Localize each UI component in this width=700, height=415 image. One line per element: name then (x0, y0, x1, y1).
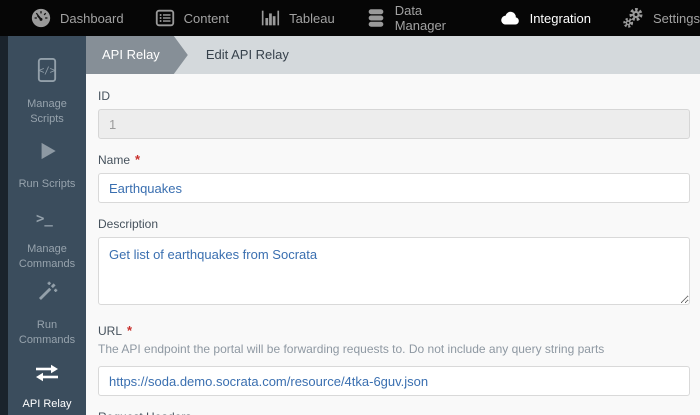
sidebar-label: Run Scripts (18, 178, 76, 191)
nav-item-data-manager[interactable]: Data Manager (365, 3, 468, 33)
gears-icon (621, 6, 645, 30)
sidebar-item-run-commands[interactable]: Run Commands (8, 280, 86, 346)
request-headers-field-group: Request Headers Headers that need to be … (98, 410, 690, 415)
top-navigation: Dashboard Content Tableau Data Manager I… (0, 0, 700, 36)
nav-item-integration[interactable]: Integration (498, 6, 591, 30)
bar-chart-icon (259, 7, 281, 29)
magic-wand-icon (34, 279, 60, 310)
cloud-icon (498, 6, 522, 30)
nav-item-tableau[interactable]: Tableau (259, 7, 335, 29)
url-help-text: The API endpoint the portal will be forw… (98, 342, 605, 356)
name-label: Name (98, 153, 131, 167)
sidebar-label: API Relay (22, 398, 72, 411)
sidebar-label: Manage Scripts (27, 98, 67, 125)
description-label: Description (98, 217, 159, 231)
code-document-icon: </> (33, 56, 61, 89)
required-asterisk: * (127, 323, 133, 338)
sidebar-item-api-relay[interactable]: API Relay (8, 354, 86, 415)
description-textarea[interactable]: Get list of earthquakes from Socrata (98, 237, 690, 305)
name-input[interactable] (98, 173, 690, 203)
url-input[interactable] (98, 366, 690, 396)
breadcrumb: API Relay Edit API Relay (86, 36, 700, 74)
url-field-group: URL * The API endpoint the portal will b… (98, 324, 690, 396)
list-icon (154, 7, 176, 29)
edit-api-relay-form: ID Name * Description Get list of earthq… (86, 74, 700, 415)
nav-item-settings[interactable]: Settings (621, 6, 700, 30)
nav-label-tableau: Tableau (289, 10, 335, 26)
sidebar: </> Manage Scripts Run Scripts >_ Manage… (0, 36, 86, 415)
nav-item-dashboard[interactable]: Dashboard (30, 7, 124, 29)
nav-label-settings: Settings (653, 10, 700, 26)
required-asterisk: * (135, 152, 141, 167)
request-headers-label: Request Headers (98, 410, 191, 415)
svg-text:</>: </> (39, 66, 56, 77)
sidebar-label: Manage Commands (18, 243, 76, 270)
id-field-group: ID (98, 89, 690, 139)
breadcrumb-current-page: Edit API Relay (205, 47, 289, 62)
nav-label-data-manager: Data Manager (394, 3, 447, 33)
nav-item-content[interactable]: Content (154, 7, 230, 29)
id-input (98, 109, 690, 139)
sidebar-label: Run Commands (18, 319, 76, 346)
name-field-group: Name * (98, 153, 690, 203)
database-icon (365, 7, 387, 29)
breadcrumb-tab-api-relay[interactable]: API Relay (86, 36, 188, 74)
sidebar-item-run-scripts[interactable]: Run Scripts (8, 132, 86, 198)
main-panel: API Relay Edit API Relay ID Name * Descr… (86, 36, 700, 415)
description-field-group: Description Get list of earthquakes from… (98, 217, 690, 310)
gauge-icon (30, 7, 52, 29)
sidebar-item-manage-commands[interactable]: >_ Manage Commands (8, 206, 86, 272)
nav-label-dashboard: Dashboard (60, 10, 124, 26)
id-label: ID (98, 89, 110, 103)
terminal-icon: >_ (33, 207, 61, 234)
sidebar-item-manage-scripts[interactable]: </> Manage Scripts (8, 56, 86, 125)
nav-label-content: Content (183, 10, 230, 26)
url-label: URL (98, 324, 123, 338)
nav-label-integration: Integration (529, 10, 592, 26)
swap-arrows-icon (32, 362, 62, 389)
svg-text:>_: >_ (36, 211, 53, 227)
play-icon (34, 138, 60, 169)
